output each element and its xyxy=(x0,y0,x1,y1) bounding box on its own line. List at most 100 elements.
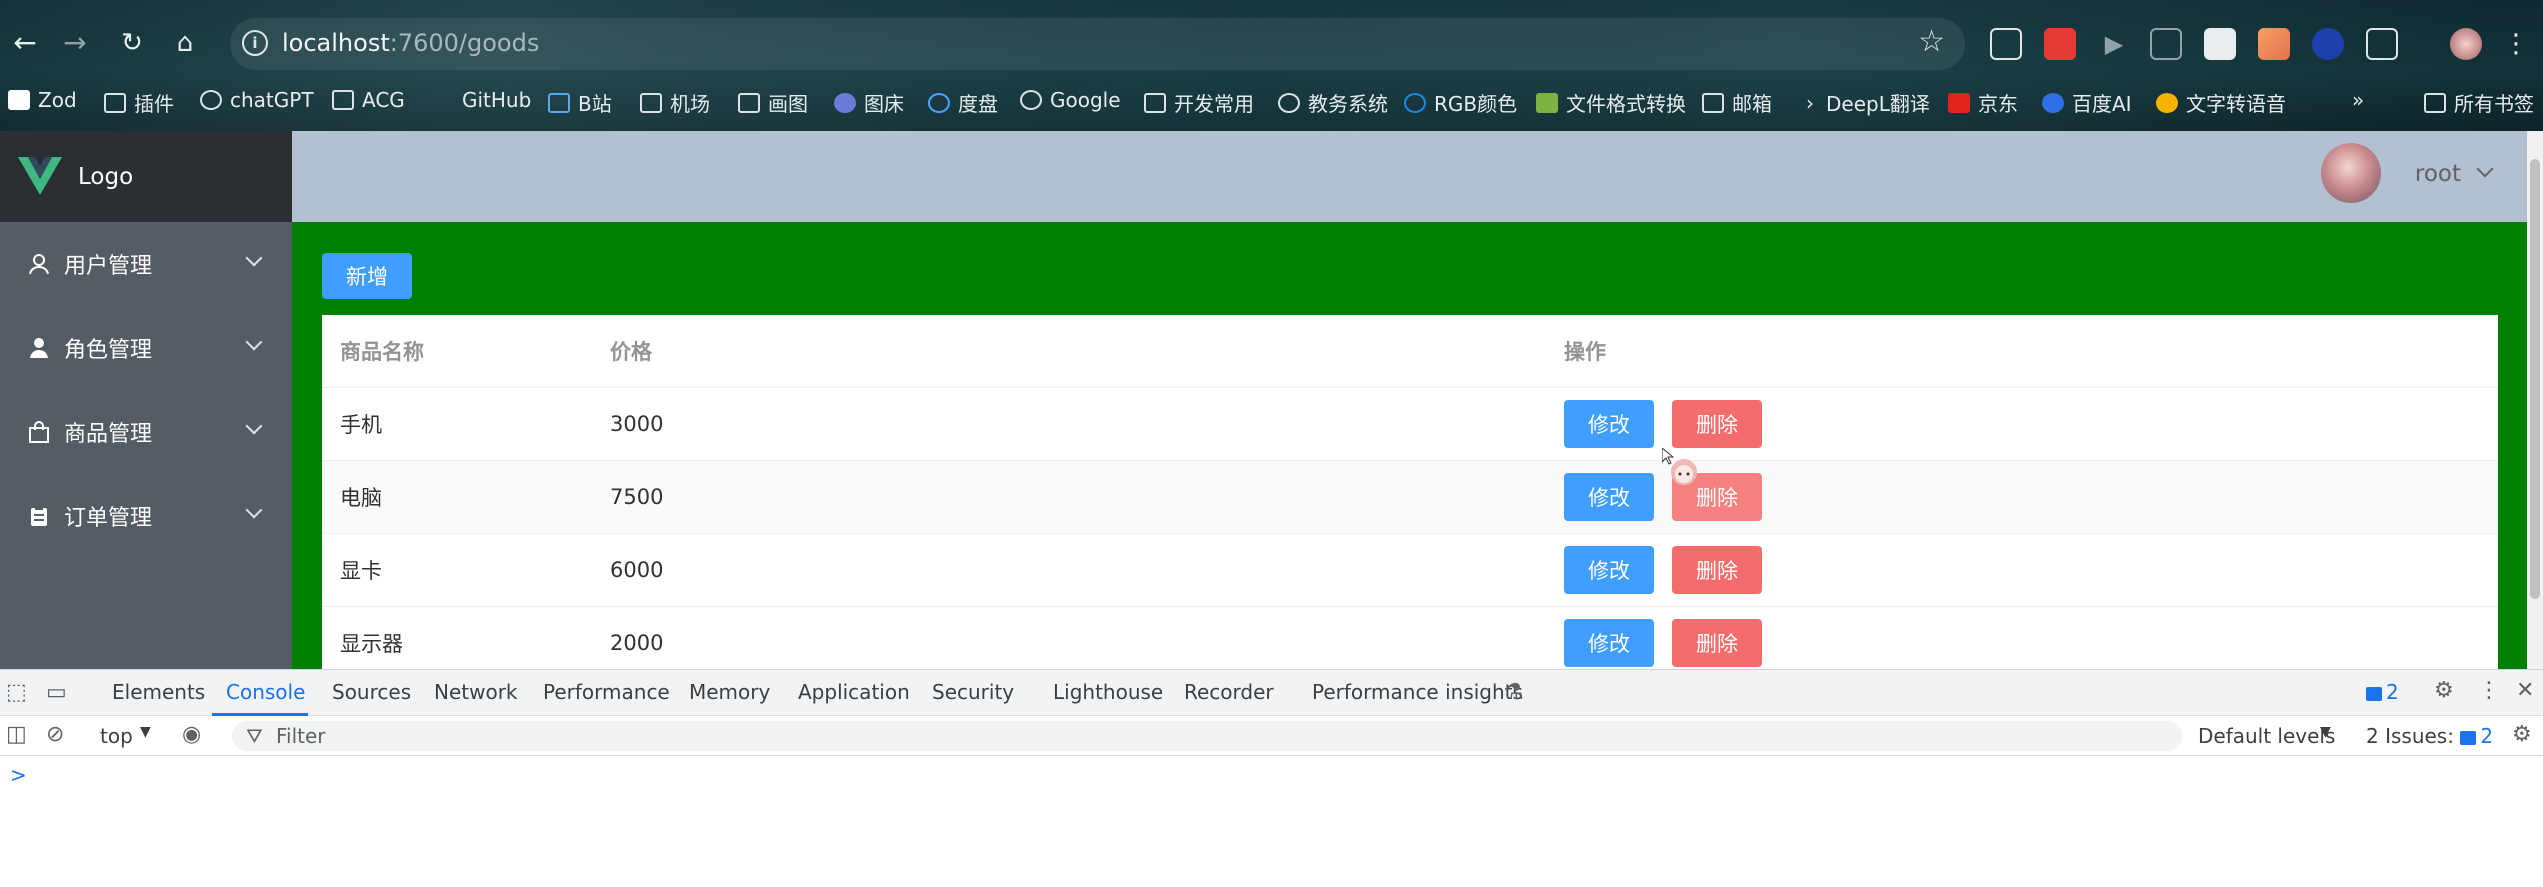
bookmark[interactable]: chatGPT xyxy=(200,88,314,112)
add-button[interactable]: 新增 xyxy=(322,253,412,299)
bookmark[interactable]: 教务系统 xyxy=(1278,88,1388,117)
bookmark-folder[interactable]: 开发常用 xyxy=(1144,88,1254,117)
sidebar-item-label: 角色管理 xyxy=(64,338,153,363)
bookmark-folder[interactable]: ACG xyxy=(332,88,405,112)
tab-lighthouse[interactable]: Lighthouse xyxy=(1053,680,1163,704)
site-info-icon[interactable]: i xyxy=(242,30,268,56)
more-icon[interactable]: ⋮ xyxy=(2500,28,2532,60)
tab-sources[interactable]: Sources xyxy=(332,680,411,704)
puzzle-icon[interactable] xyxy=(2366,28,2398,60)
table-row: 电脑 7500 修改 删除 xyxy=(322,461,2498,534)
tab-performance-insights[interactable]: Performance insights xyxy=(1312,680,1523,704)
caret-down-icon[interactable]: ▼ xyxy=(2320,724,2331,740)
settings-gear-icon[interactable]: ⚙ xyxy=(2434,678,2454,703)
sidebar-item-orders[interactable]: 订单管理 xyxy=(0,474,292,558)
app-root: Logo 用户管理 角色管理 商品管理 订单管理 root 新增 商品名称 价格… xyxy=(0,131,2527,669)
baidu-ai-icon xyxy=(2042,92,2064,113)
delete-button[interactable]: 删除 xyxy=(1672,400,1762,448)
tab-elements[interactable]: Elements xyxy=(112,680,205,704)
sidebar-item-label: 用户管理 xyxy=(64,254,153,279)
tab-console[interactable]: Console xyxy=(226,680,305,704)
avatar[interactable] xyxy=(2321,143,2381,203)
bookmark-folder[interactable]: 画图 xyxy=(738,88,808,117)
issues-badge[interactable]: 2 xyxy=(2366,680,2399,704)
back-icon[interactable]: ← xyxy=(8,26,42,60)
bookmark-folder[interactable]: 邮箱 xyxy=(1702,88,1772,117)
extension-icon[interactable] xyxy=(1990,28,2022,60)
bookmark-folder[interactable]: 插件 xyxy=(104,88,174,117)
sidebar-item-label: 商品管理 xyxy=(64,422,153,447)
page-scrollbar[interactable] xyxy=(2527,131,2543,669)
username-dropdown[interactable]: root xyxy=(2415,161,2461,187)
bookmark[interactable]: Google xyxy=(1020,88,1121,112)
extension-icon[interactable] xyxy=(2312,28,2344,60)
user-filled-icon xyxy=(30,338,48,358)
console-settings-gear-icon[interactable]: ⚙ xyxy=(2512,722,2532,747)
tab-security[interactable]: Security xyxy=(932,680,1014,704)
tab-recorder[interactable]: Recorder xyxy=(1184,680,1274,704)
delete-button[interactable]: 删除 xyxy=(1672,619,1762,667)
home-icon[interactable]: ⌂ xyxy=(168,26,202,60)
extension-icon[interactable] xyxy=(2204,28,2236,60)
issues-count[interactable]: 2 Issues: 2 xyxy=(2366,724,2493,748)
console-prompt[interactable]: > xyxy=(10,763,27,787)
more-options-icon[interactable]: ⋮ xyxy=(2478,678,2500,703)
bookmark[interactable]: 百度AI xyxy=(2042,88,2132,117)
tts-icon xyxy=(2156,92,2178,113)
bookmark[interactable]: 度盘 xyxy=(928,88,998,117)
delete-button[interactable]: 删除 xyxy=(1672,546,1762,594)
bookmark[interactable]: › DeepL翻译 xyxy=(1806,88,1930,117)
pen-icon[interactable] xyxy=(2258,28,2290,60)
edit-button[interactable]: 修改 xyxy=(1564,473,1654,521)
edit-button[interactable]: 修改 xyxy=(1564,546,1654,594)
bookmark-folder[interactable]: 机场 xyxy=(640,88,710,117)
bookmark[interactable]: 图床 xyxy=(834,88,904,117)
play-icon[interactable]: ▶ xyxy=(2098,28,2130,60)
bookmark[interactable]: 京东 xyxy=(1948,88,2018,117)
bookmark[interactable]: 文件格式转换 xyxy=(1536,88,1686,117)
bookmark-star-icon[interactable]: ☆ xyxy=(1918,24,1945,59)
cell-name: 显卡 xyxy=(340,559,382,583)
close-icon[interactable]: ✕ xyxy=(2516,678,2534,703)
sidebar-item-goods[interactable]: 商品管理 xyxy=(0,390,292,474)
inspect-element-icon[interactable]: ⬚ xyxy=(6,680,27,705)
forward-icon[interactable]: → xyxy=(58,26,92,60)
bookmarks-overflow-icon[interactable]: » xyxy=(2352,88,2364,112)
extension-icon[interactable] xyxy=(2150,28,2182,60)
address-bar[interactable]: i localhost:7600/goods ☆ xyxy=(230,18,1965,70)
sidebar-item-roles[interactable]: 角色管理 xyxy=(0,306,292,390)
bookmark-folder[interactable]: 所有书签 xyxy=(2424,88,2534,117)
scrollbar-thumb[interactable] xyxy=(2530,159,2540,599)
context-select[interactable]: top xyxy=(100,724,133,748)
tab-application[interactable]: Application xyxy=(798,680,910,704)
chevron-down-icon[interactable] xyxy=(2476,160,2494,178)
tab-performance[interactable]: Performance xyxy=(543,680,670,704)
tab-network[interactable]: Network xyxy=(434,680,518,704)
console-filter-input[interactable]: ⛛ Filter xyxy=(232,721,2182,751)
eye-icon[interactable]: ◉ xyxy=(182,722,201,747)
vue-logo-icon xyxy=(18,156,62,195)
chevron-down-icon xyxy=(245,417,263,435)
edit-button[interactable]: 修改 xyxy=(1564,400,1654,448)
sidebar: Logo 用户管理 角色管理 商品管理 订单管理 xyxy=(0,131,292,669)
url-text[interactable]: localhost:7600/goods xyxy=(282,29,539,57)
profile-avatar-icon[interactable] xyxy=(2450,28,2482,60)
folder-icon xyxy=(104,92,126,113)
extension-icon[interactable] xyxy=(2044,28,2076,60)
device-toolbar-icon[interactable]: ▭ xyxy=(46,680,67,705)
bookmark[interactable]: B站 xyxy=(548,88,612,117)
bookmark[interactable]: RGB颜色 xyxy=(1404,88,1517,117)
bookmark[interactable]: Zod xyxy=(8,88,77,112)
sidebar-toggle-icon[interactable]: ◫ xyxy=(6,722,27,747)
bookmark[interactable]: GitHub xyxy=(462,88,531,112)
clear-console-icon[interactable]: ⊘ xyxy=(46,722,64,747)
tab-memory[interactable]: Memory xyxy=(689,680,770,704)
caret-down-icon[interactable]: ▼ xyxy=(140,724,151,740)
sidebar-item-users[interactable]: 用户管理 xyxy=(0,222,292,306)
filter-icon: ⛛ xyxy=(246,724,263,748)
edit-button[interactable]: 修改 xyxy=(1564,619,1654,667)
bookmark[interactable]: 文字转语音 xyxy=(2156,88,2286,117)
chevron-down-icon xyxy=(245,333,263,351)
log-levels-select[interactable]: Default levels xyxy=(2198,724,2335,748)
reload-icon[interactable]: ↻ xyxy=(115,26,149,60)
